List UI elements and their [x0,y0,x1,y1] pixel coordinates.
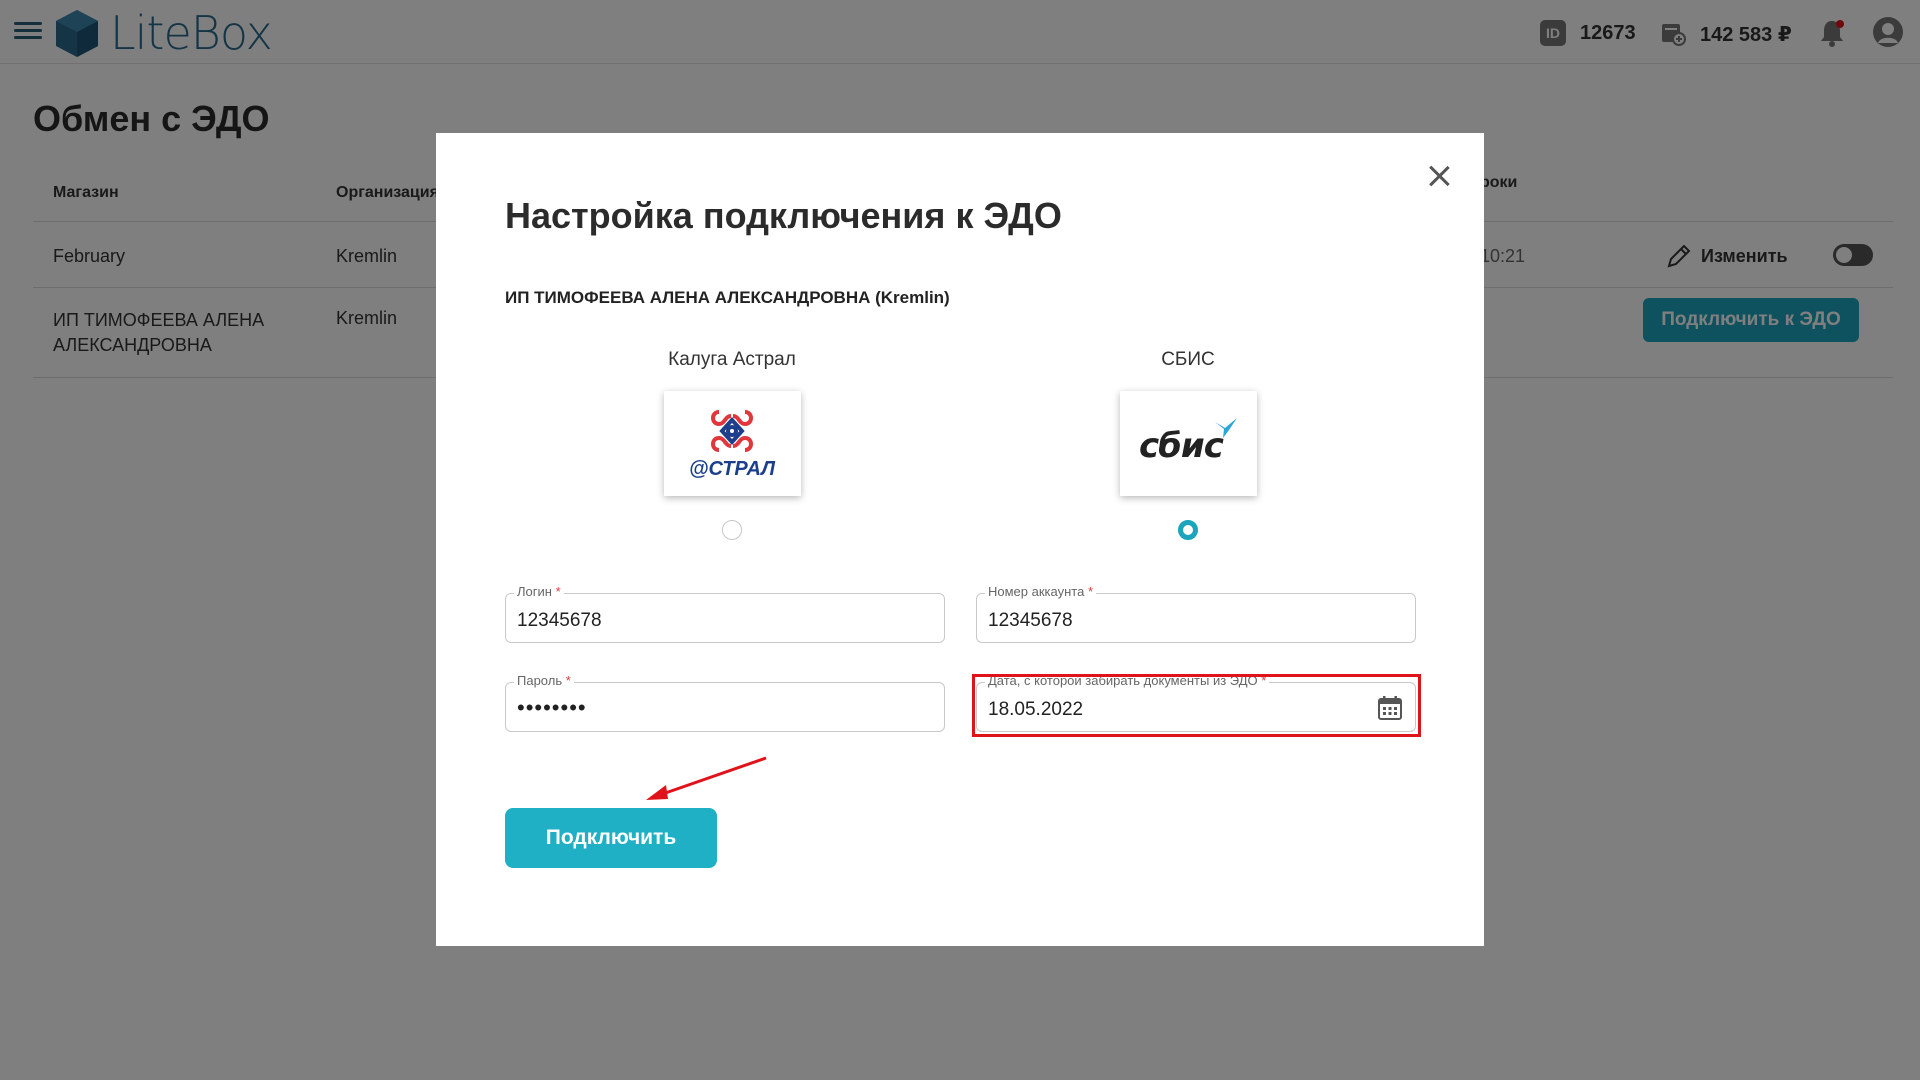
password-value: •••••••• [517,695,587,720]
account-number-label: Номер аккаунта * [985,584,1097,599]
sbis-logo-text: сбис [1139,425,1224,466]
astral-logo-text: @СТРАЛ [689,458,775,480]
provider-label: Калуга Астрал [668,349,796,370]
account-number-value: 12345678 [988,610,1073,631]
sbis-logo[interactable]: сбис [1119,391,1257,496]
modal-title: Настройка подключения к ЭДО [505,195,1062,236]
astral-logo[interactable]: @СТРАЛ [663,391,801,496]
provider-radio-sbis[interactable] [1178,520,1198,540]
login-label: Логин * [514,584,564,599]
astral-emblem-icon [711,410,753,452]
provider-astral[interactable]: Калуга Астрал @СТРАЛ [632,349,832,540]
password-field[interactable]: Пароль * •••••••• [505,673,945,732]
bird-icon [1215,417,1237,438]
organization-name: ИП ТИМОФЕЕВА АЛЕНА АЛЕКСАНДРОВНА (Kremli… [505,288,950,307]
password-label: Пароль * [514,673,574,688]
connect-button[interactable]: Подключить [505,808,717,868]
provider-label: СБИС [1161,349,1215,370]
close-icon[interactable] [1424,161,1454,191]
provider-radio-astral[interactable] [722,520,742,540]
login-value: 12345678 [517,610,602,631]
login-field[interactable]: Логин * 12345678 [505,584,945,643]
edo-settings-modal: Настройка подключения к ЭДО ИП ТИМОФЕЕВА… [436,133,1484,946]
provider-sbis[interactable]: СБИС сбис [1088,349,1288,540]
date-field-highlight [972,674,1421,737]
account-number-field[interactable]: Номер аккаунта * 12345678 [976,584,1416,643]
